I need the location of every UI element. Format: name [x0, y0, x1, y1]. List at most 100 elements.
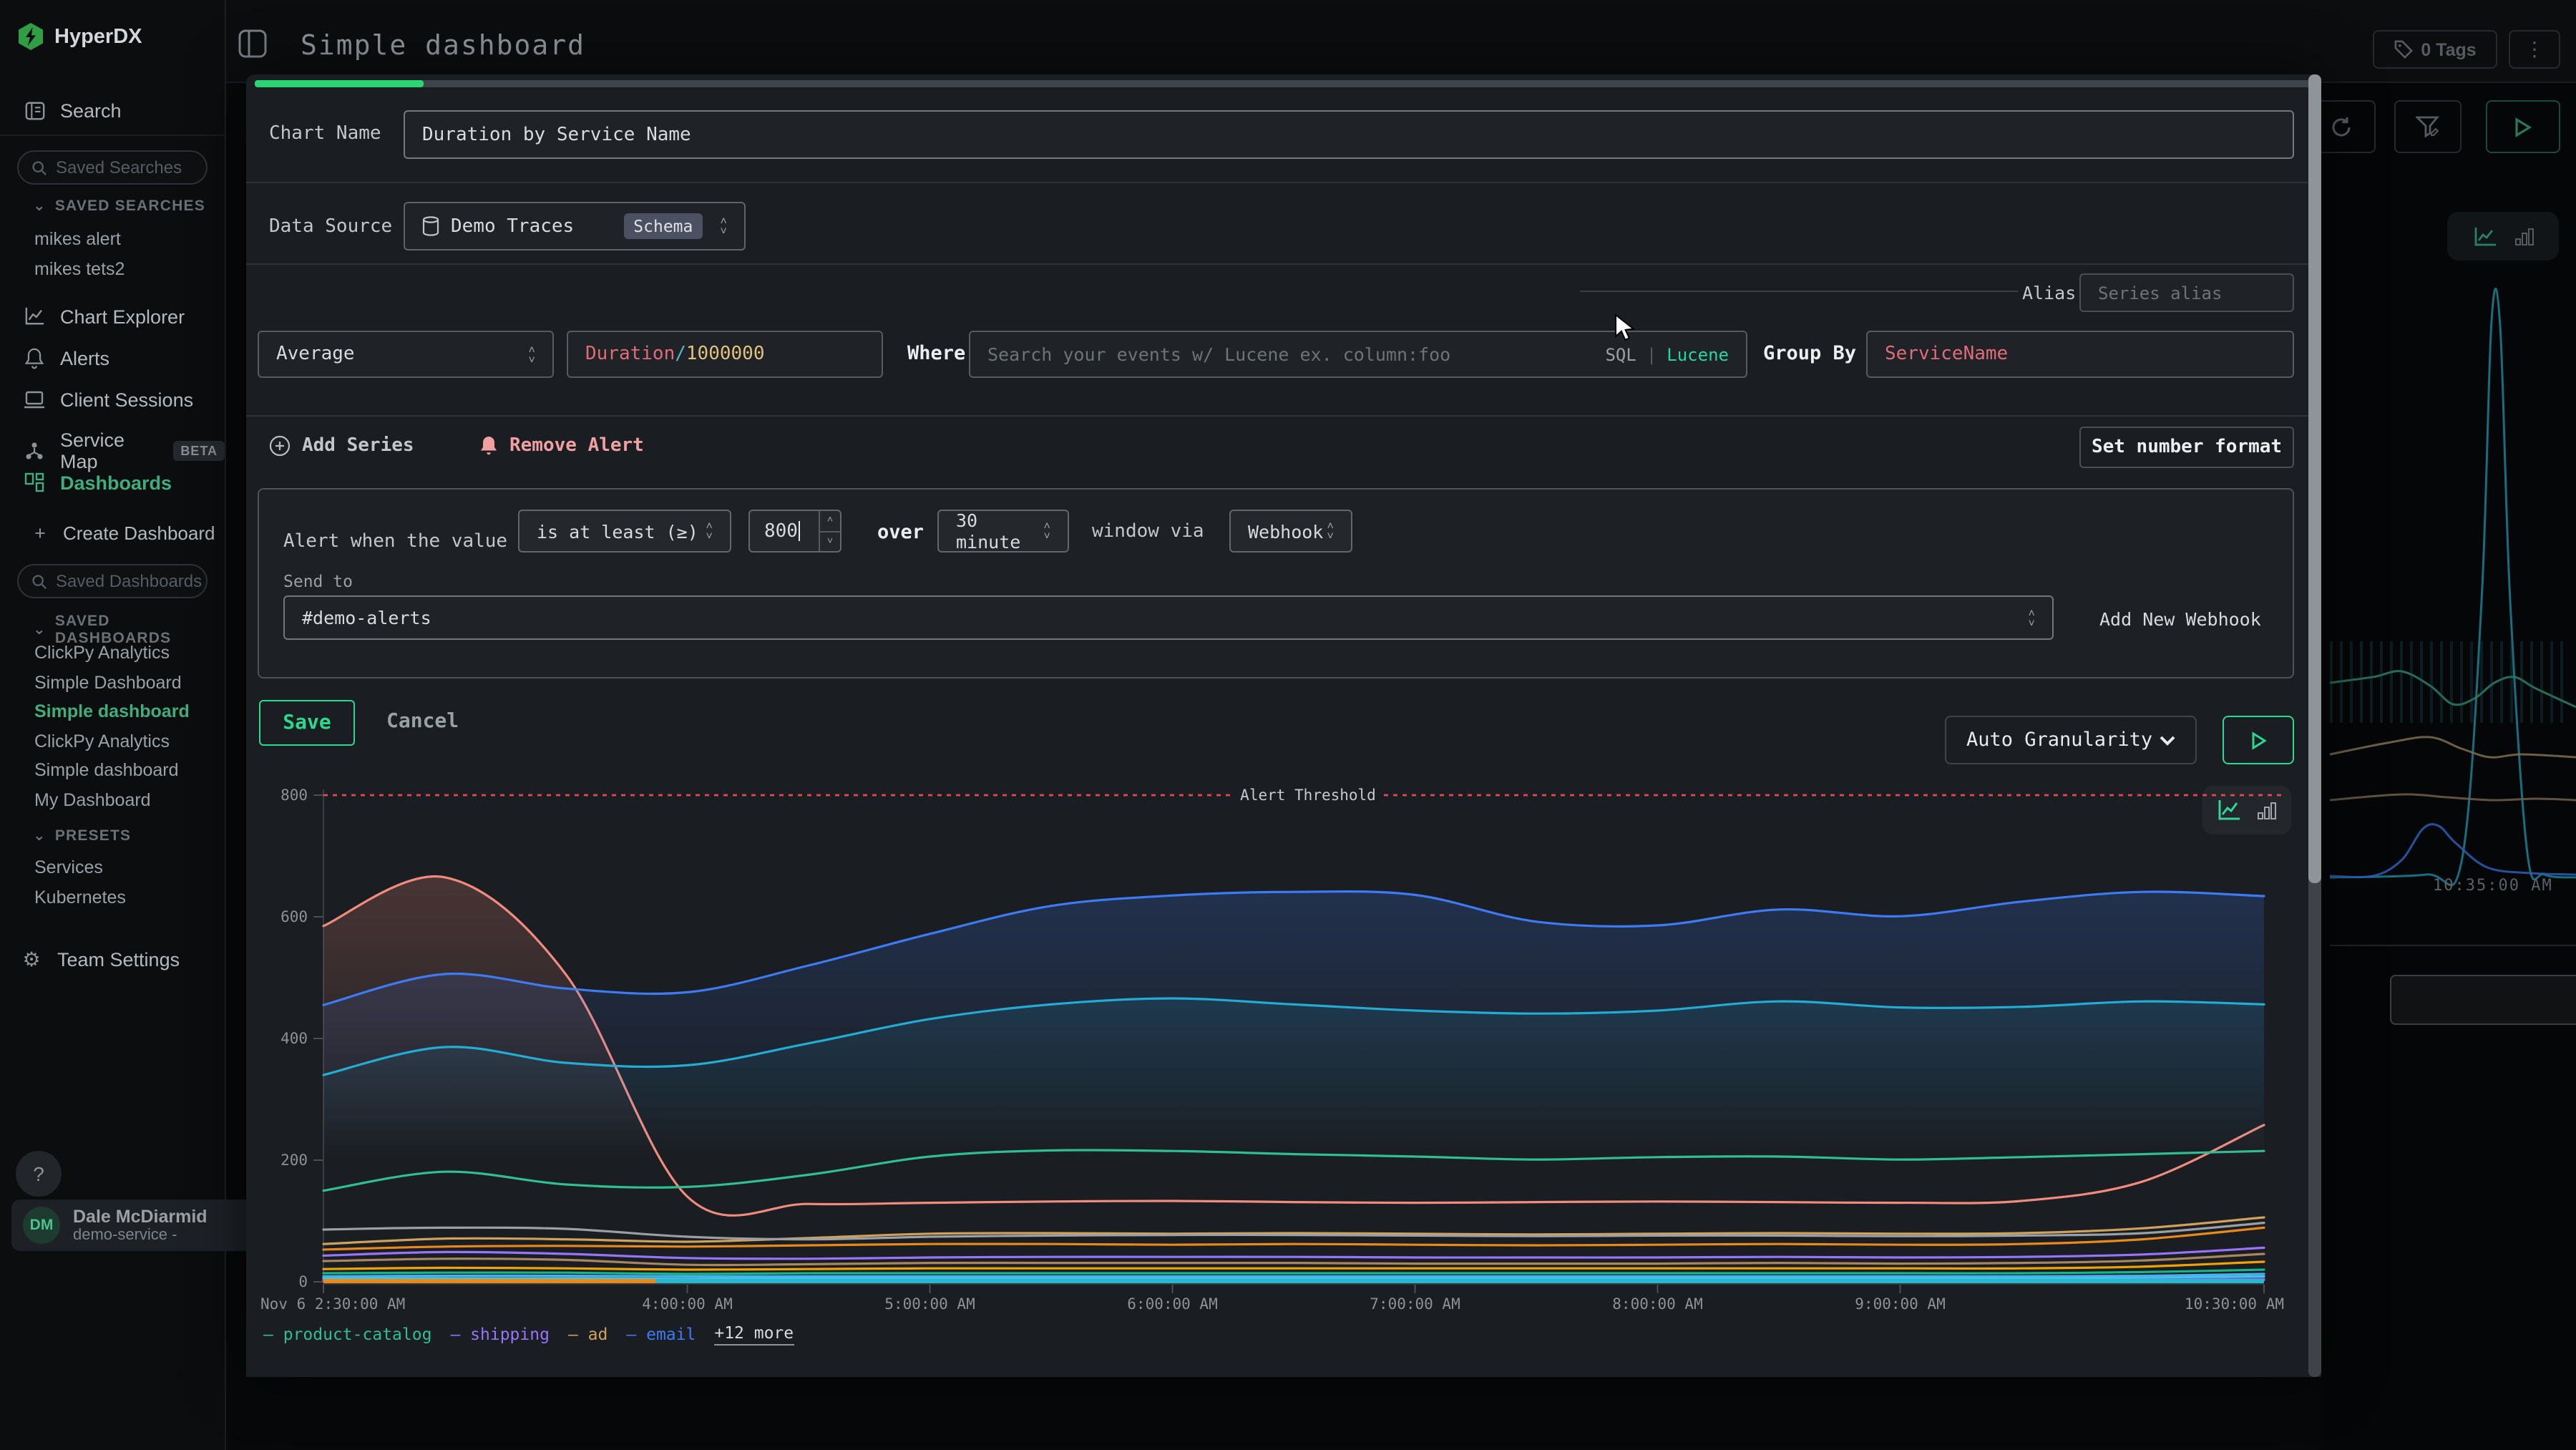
scrollbar-thumb[interactable]	[2308, 74, 2321, 883]
preview-run-button[interactable]	[2223, 716, 2294, 764]
background-bars-band	[2330, 641, 2567, 723]
user-name: Dale McDiarmid	[73, 1206, 208, 1226]
user-card[interactable]: DM Dale McDiarmid demo-service - ›	[11, 1200, 272, 1251]
cancel-button[interactable]: Cancel	[386, 710, 459, 733]
chart-legend: — product-catalog — shipping — ad — email +1…	[263, 1323, 794, 1346]
saved-dashboards-header[interactable]: ⌄ SAVED DASHBOARDS	[33, 613, 225, 647]
divider	[246, 263, 2321, 265]
set-number-format-button[interactable]: Set number format	[2079, 427, 2294, 468]
saved-dashboard-item[interactable]: Simple dashboard	[34, 701, 190, 721]
presets-header[interactable]: ⌄ PRESETS	[33, 827, 131, 845]
saved-dashboard-item[interactable]: ClickPy Analytics	[34, 731, 170, 751]
sidebar-item-alerts[interactable]: Alerts	[23, 346, 109, 369]
sidebar-item-service-map[interactable]: Service Map BETA	[23, 429, 225, 472]
sidebar-item-team-settings[interactable]: ⚙ Team Settings	[20, 948, 180, 970]
sidebar-item-dashboards[interactable]: Dashboards	[23, 471, 172, 494]
page-title: Simple dashboard	[301, 30, 585, 62]
legend-item[interactable]: — email	[626, 1324, 696, 1344]
laptop-icon	[23, 388, 46, 411]
saved-searches-input[interactable]: Saved Searches	[17, 150, 208, 185]
chart-name-value: Duration by Service Name	[422, 124, 691, 145]
search-icon	[31, 573, 47, 589]
sidebar-item-chart-explorer[interactable]: Chart Explorer	[23, 305, 185, 328]
over-label: over	[877, 521, 924, 544]
avatar: DM	[23, 1207, 60, 1244]
tag-icon	[2394, 40, 2412, 59]
user-subtitle: demo-service -	[73, 1226, 208, 1245]
send-to-select[interactable]: #demo-alerts ˄˅	[283, 595, 2054, 640]
divider	[0, 135, 225, 136]
send-to-value: #demo-alerts	[302, 607, 431, 628]
step-down-icon[interactable]: ˅	[820, 530, 840, 551]
aggregation-select[interactable]: Average ˄˅	[258, 331, 554, 378]
divider	[2330, 945, 2576, 946]
chart-name-input[interactable]: Duration by Service Name	[404, 110, 2294, 159]
sidebar-item-client-sessions[interactable]: Client Sessions	[23, 388, 193, 411]
plus-circle-icon	[269, 435, 291, 457]
saved-search-item[interactable]: mikes tets2	[34, 259, 125, 279]
legend-item[interactable]: — ad	[568, 1324, 608, 1344]
step-up-icon[interactable]: ˄	[820, 511, 840, 530]
bar-chart-icon[interactable]	[2257, 800, 2277, 820]
remove-alert-button[interactable]: Remove Alert	[479, 435, 644, 457]
select-chevrons-icon: ˄˅	[2028, 608, 2035, 628]
saved-dashboard-item[interactable]: Simple dashboard	[34, 760, 179, 780]
chevron-down-icon	[2160, 735, 2175, 745]
plus-icon: +	[31, 521, 49, 544]
tags-button[interactable]: 0 Tags	[2373, 30, 2497, 69]
number-stepper[interactable]: ˄˅	[819, 511, 840, 551]
team-settings-label: Team Settings	[57, 948, 180, 970]
field-expression-input[interactable]: Duration/1000000	[567, 331, 883, 378]
legend-item[interactable]: — product-catalog	[263, 1324, 431, 1344]
line-chart-icon[interactable]	[2472, 225, 2497, 247]
saved-dashboards-input[interactable]: Saved Dashboards	[17, 564, 208, 598]
select-chevrons-icon: ˄˅	[1327, 521, 1334, 541]
brand-name: HyperDX	[54, 25, 142, 48]
background-chart-type-toggle[interactable]	[2447, 212, 2559, 261]
group-by-input[interactable]: ServiceName	[1866, 331, 2294, 378]
saved-dashboard-item[interactable]: Simple Dashboard	[34, 672, 182, 692]
aggregation-value: Average	[276, 344, 355, 365]
add-series-button[interactable]: Add Series	[269, 435, 414, 457]
add-new-webhook-button[interactable]: Add New Webhook	[2099, 608, 2261, 630]
line-chart-icon[interactable]	[2217, 799, 2243, 822]
field-expression-value: Duration/1000000	[585, 344, 765, 365]
preset-item[interactable]: Kubernetes	[34, 887, 126, 908]
alias-input[interactable]: Series alias	[2079, 273, 2294, 312]
saved-search-item[interactable]: mikes alert	[34, 229, 121, 249]
lang-lucene-toggle[interactable]: Lucene	[1667, 344, 1729, 364]
data-source-label: Data Source	[269, 216, 392, 238]
help-button[interactable]: ?	[16, 1151, 62, 1197]
tags-label: 0 Tags	[2421, 39, 2476, 59]
alert-channel-select[interactable]: Webhook ˄˅	[1229, 510, 1352, 553]
alert-threshold-input[interactable]: 800 ˄˅	[748, 510, 841, 553]
chart-editor-panel: Chart Name Duration by Service Name Data…	[246, 74, 2321, 1377]
saved-dashboard-item[interactable]: My Dashboard	[34, 789, 151, 809]
create-dashboard-button[interactable]: + Create Dashboard	[31, 521, 215, 544]
data-source-select[interactable]: Demo Traces Schema ˄˅	[404, 202, 746, 250]
kebab-menu-button[interactable]: ⋮	[2509, 30, 2560, 69]
chevron-down-icon: ⌄	[33, 198, 47, 215]
search-panel-icon	[23, 99, 46, 122]
save-button[interactable]: Save	[259, 700, 355, 746]
legend-more[interactable]: +12 more	[714, 1323, 794, 1346]
legend-item[interactable]: — shipping	[450, 1324, 550, 1344]
select-chevrons-icon: ˄˅	[528, 344, 535, 364]
sidebar-item-label: Dashboards	[60, 472, 172, 493]
sidebar-item-label: Search	[60, 99, 122, 121]
filter-button[interactable]	[2394, 100, 2462, 153]
sidebar-item-label: Chart Explorer	[60, 306, 185, 327]
alert-window-select[interactable]: 30 minute ˄˅	[937, 510, 1069, 553]
chart-type-toggle[interactable]	[2202, 786, 2291, 835]
run-query-button[interactable]	[2486, 100, 2560, 153]
saved-searches-header[interactable]: ⌄ SAVED SEARCHES	[33, 198, 205, 215]
sidebar-collapse-icon[interactable]	[238, 29, 268, 59]
sidebar-item-search[interactable]: Search	[23, 99, 122, 122]
saved-dashboard-item[interactable]: ClickPy Analytics	[34, 643, 170, 663]
bar-chart-icon[interactable]	[2514, 226, 2534, 246]
lang-sql-toggle[interactable]: SQL	[1605, 344, 1636, 364]
preset-item[interactable]: Services	[34, 857, 103, 877]
brand[interactable]: HyperDX	[19, 23, 142, 50]
alert-condition-select[interactable]: is at least (≥) ˄˅	[518, 510, 731, 553]
granularity-select[interactable]: Auto Granularity	[1945, 716, 2197, 764]
